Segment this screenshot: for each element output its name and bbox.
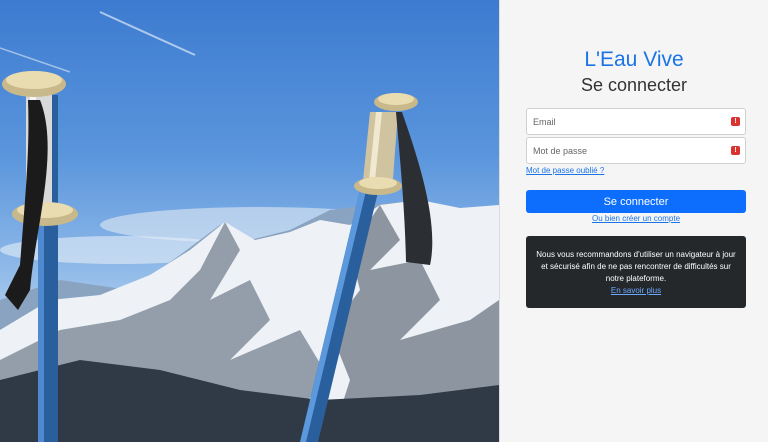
login-button[interactable]: Se connecter [526,190,746,213]
login-heading: Se connecter [580,75,688,95]
email-warning-icon: ! [731,117,740,126]
password-field[interactable]: ! [526,137,746,164]
browser-notice: Nous vous recommandons d'utiliser un nav… [526,236,746,308]
password-input[interactable] [527,138,723,163]
login-panel: L'Eau Vive Se connecter ! ! Mot de passe… [500,0,768,442]
mountain-ski-poles-illustration [0,11,499,442]
create-account-link[interactable]: Ou bien créer un compte [500,214,768,223]
browser-notice-text: Nous vous recommandons d'utiliser un nav… [536,250,736,283]
learn-more-link[interactable]: En savoir plus [611,286,661,295]
email-field[interactable]: ! [526,108,746,135]
password-warning-icon: ! [731,146,740,155]
email-input[interactable] [527,109,723,134]
forgot-password-link[interactable]: Mot de passe oublié ? [526,166,604,175]
hero-photo [0,0,499,442]
brand-title: L'Eau Vive [584,48,684,71]
